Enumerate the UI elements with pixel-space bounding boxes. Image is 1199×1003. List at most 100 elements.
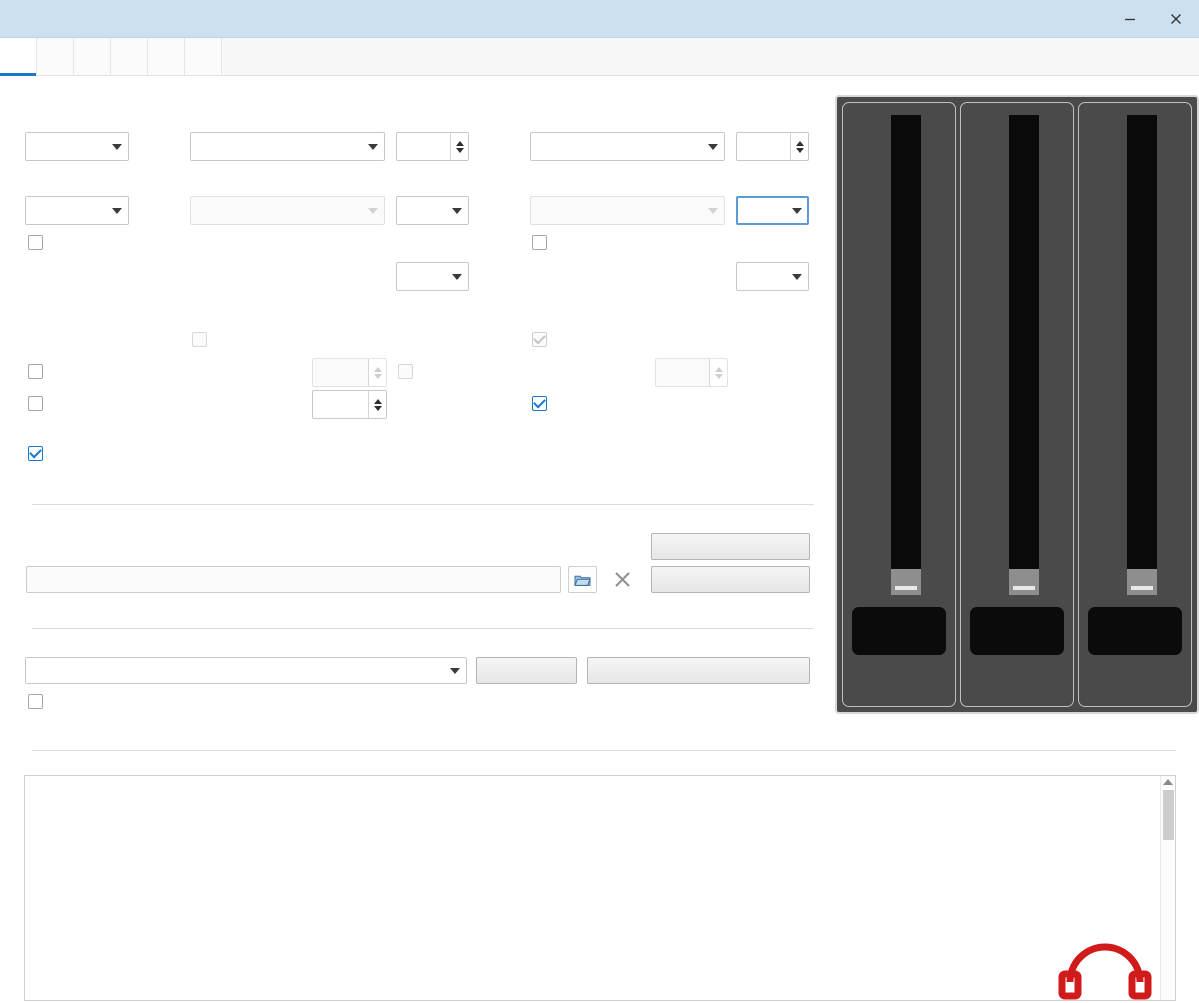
chevron-down-icon — [452, 207, 462, 214]
window-controls — [1107, 0, 1199, 38]
stepper-buttons — [709, 359, 727, 386]
control-input-volume-checkbox — [532, 332, 556, 347]
high-pass-checkbox[interactable] — [28, 396, 52, 411]
calibrate-soundcard-button[interactable] — [651, 533, 810, 560]
meter-readout — [1087, 607, 1183, 655]
checkbox-box — [28, 396, 43, 411]
output-buffer-stepper[interactable] — [396, 132, 469, 161]
stepper-down-icon[interactable] — [455, 147, 464, 153]
stepper-buttons[interactable] — [450, 133, 468, 160]
chevron-down-icon — [792, 273, 802, 280]
chevron-down-icon — [112, 207, 122, 214]
output-device-select[interactable] — [190, 132, 385, 161]
divider — [32, 504, 814, 505]
stepper-buttons — [368, 359, 386, 386]
output-channel-select[interactable] — [396, 196, 469, 225]
tab-comms[interactable] — [74, 38, 111, 75]
divider — [32, 628, 814, 629]
meter-scale-body — [961, 115, 1073, 595]
tab-analysis[interactable] — [111, 38, 148, 75]
folder-icon — [574, 575, 591, 586]
tab-equaliser[interactable] — [148, 38, 185, 75]
title-bar — [0, 0, 1199, 38]
meter-ref-in — [1078, 102, 1192, 707]
scroll-up-icon[interactable] — [1163, 779, 1173, 785]
close-icon — [1171, 13, 1181, 24]
help-scrollbar[interactable] — [1160, 776, 1175, 1000]
mute-checkbox — [398, 364, 422, 379]
minimize-icon — [1125, 18, 1135, 20]
sweep-level-stepper[interactable] — [312, 390, 387, 419]
sweep-level-value — [313, 391, 368, 418]
loopback-input-select[interactable] — [736, 262, 809, 291]
levels-select[interactable] — [25, 657, 467, 684]
checkbox-box — [398, 364, 413, 379]
output-select — [190, 196, 385, 225]
input-buffer-value — [737, 133, 790, 160]
chevron-down-icon — [368, 143, 378, 150]
checkbox-box — [28, 364, 43, 379]
help-text — [25, 776, 1175, 818]
calibration-group-header — [24, 504, 814, 505]
invert-checkbox[interactable] — [28, 364, 52, 379]
output-buffer-value — [397, 133, 450, 160]
stepper-up-icon — [373, 366, 382, 372]
meter-scale-ref-in — [1085, 115, 1185, 595]
chevron-down-icon — [112, 143, 122, 150]
stepper-down-icon — [714, 373, 723, 379]
sample-rate-select[interactable] — [25, 196, 129, 225]
chevron-down-icon — [450, 667, 460, 674]
minimize-button[interactable] — [1107, 0, 1153, 38]
levels-group-header — [24, 628, 814, 629]
output-volume-value — [313, 359, 368, 386]
tab-cal-files[interactable] — [37, 38, 74, 75]
stepper-buttons[interactable] — [368, 391, 386, 418]
input-device-select[interactable] — [530, 132, 725, 161]
tab-soundcard[interactable] — [0, 38, 37, 76]
stepper-up-icon — [714, 366, 723, 372]
chevron-down-icon — [708, 143, 718, 150]
meter-readout — [851, 607, 947, 655]
close-x-icon — [615, 572, 630, 587]
clear-cal-file-button[interactable] — [608, 566, 637, 593]
level-meters-panel — [835, 95, 1199, 714]
stepper-up-icon[interactable] — [455, 140, 464, 146]
checkbox-box — [532, 332, 547, 347]
stepper-down-icon[interactable] — [373, 405, 382, 411]
output-volume-stepper — [312, 358, 387, 387]
timing-reference-output-select[interactable] — [396, 262, 469, 291]
input-channel-select[interactable] — [736, 196, 809, 225]
control-output-volume-checkbox — [192, 332, 216, 347]
pink-noise-checkbox[interactable] — [28, 694, 52, 709]
treat-32bit-checkbox[interactable] — [28, 446, 52, 461]
input-buffer-stepper[interactable] — [736, 132, 809, 161]
checkbox-box — [532, 396, 547, 411]
stepper-buttons[interactable] — [790, 133, 808, 160]
input-select — [530, 196, 725, 225]
drivers-select[interactable] — [25, 132, 129, 161]
make-cal-file-button[interactable] — [651, 566, 810, 593]
meter-scale-body — [1079, 115, 1191, 595]
tab-bar — [0, 38, 1199, 76]
chevron-down-icon — [452, 273, 462, 280]
checkbox-box — [28, 446, 43, 461]
close-button[interactable] — [1153, 0, 1199, 38]
chevron-down-icon — [368, 207, 378, 214]
browse-cal-file-button[interactable] — [568, 566, 597, 593]
input-volume-stepper — [655, 358, 728, 387]
help-group-header — [24, 750, 1176, 751]
stereo-only-checkbox[interactable] — [28, 235, 52, 250]
stepper-up-icon[interactable] — [373, 398, 382, 404]
stepper-up-icon[interactable] — [795, 140, 804, 146]
stepper-down-icon[interactable] — [795, 147, 804, 153]
chevron-down-icon — [708, 207, 718, 214]
tab-view[interactable] — [185, 38, 222, 75]
cal-file-field[interactable] — [26, 566, 561, 593]
scrollbar-thumb[interactable] — [1163, 790, 1174, 840]
meter-scale-out — [849, 115, 949, 595]
generate-debug-file-button[interactable] — [587, 657, 810, 684]
using-unicode-checkbox[interactable] — [532, 396, 556, 411]
virtual-balanced-input-checkbox[interactable] — [532, 235, 556, 250]
meter-scale-body — [843, 115, 955, 595]
check-levels-button[interactable] — [476, 657, 577, 684]
